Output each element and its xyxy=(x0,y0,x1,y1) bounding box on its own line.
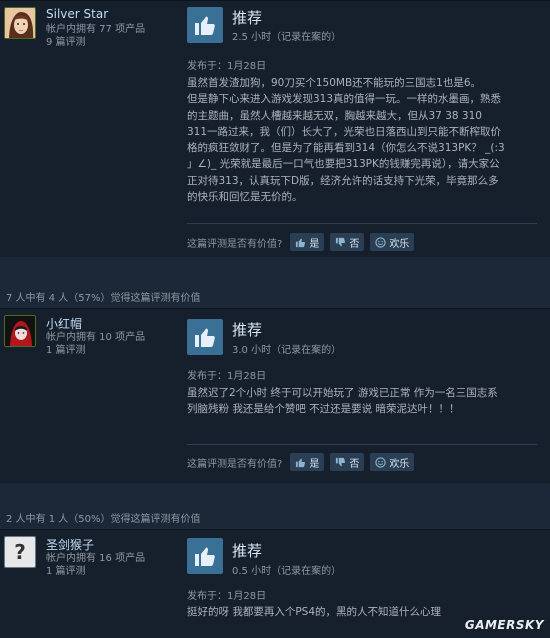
vote-question: 这篇评测是否有价值? xyxy=(187,458,283,470)
posted-date: 发布于：1月28日 xyxy=(187,591,267,602)
review-count[interactable]: 1 篇评测 xyxy=(46,344,145,357)
thumbs-up-icon xyxy=(296,238,306,247)
review-card: Silver Star 帐户内拥有 77 项产品 9 篇评测 推荐 2.5 小时… xyxy=(0,0,550,257)
games-owned[interactable]: 帐户内拥有 77 项产品 xyxy=(46,23,145,36)
games-owned[interactable]: 帐户内拥有 10 项产品 xyxy=(46,331,145,344)
vote-funny-label: 欢乐 xyxy=(389,238,410,250)
author-meta: 帐户内拥有 10 项产品 1 篇评测 xyxy=(46,331,145,357)
vote-row: 这篇评测是否有价值? 是 否 欢乐 xyxy=(187,232,420,252)
review-body-line: 的快乐和回忆是无价的。 xyxy=(187,191,303,204)
thumbs-down-icon xyxy=(336,457,346,466)
review-body: 虽然首发渣加狗，90刀买个150MB还不能玩的三国志1也是6。 但是静下心来进入… xyxy=(187,75,517,205)
review-body-line: 正对待313，认真玩下D版，经济允许的话支持下光荣，毕竟那么多 xyxy=(187,174,499,187)
review-body-line: 但是静下心来进入游戏发现313真的值得一玩。一样的水墨画，熟悉 xyxy=(187,93,502,106)
helpful-summary: 2 人中有 1 人（50%）觉得这篇评测有价值 xyxy=(0,504,550,528)
avatar-placeholder-icon: ? xyxy=(14,540,26,564)
author-name[interactable]: Silver Star xyxy=(46,7,108,21)
vote-no-label: 否 xyxy=(349,238,360,250)
thumbs-up-icon[interactable] xyxy=(187,538,223,574)
vote-yes-button[interactable]: 是 xyxy=(290,233,325,251)
review-body-line: 列脑残粉 我还是给个赞吧 不过还是要说 暗荣泥达叶！！！ xyxy=(187,403,460,416)
thumbs-up-icon[interactable] xyxy=(187,7,223,43)
vote-funny-label: 欢乐 xyxy=(389,458,410,470)
vote-no-label: 否 xyxy=(349,458,360,470)
review-verdict[interactable]: 推荐 xyxy=(232,540,262,561)
author-meta: 帐户内拥有 77 项产品 9 篇评测 xyxy=(46,23,145,49)
vote-yes-button[interactable]: 是 xyxy=(290,453,325,471)
vote-question: 这篇评测是否有价值? xyxy=(187,238,283,250)
helpful-summary: 7 人中有 4 人（57%）觉得这篇评测有价值 xyxy=(0,283,550,307)
posted-date: 发布于：1月28日 xyxy=(187,61,267,72)
vote-yes-label: 是 xyxy=(309,458,320,470)
review-body: 虽然迟了2个小时 终于可以开始玩了 游戏已正常 作为一名三国志系 列脑残粉 我还… xyxy=(187,385,517,418)
review-body-line: 虽然首发渣加狗，90刀买个150MB还不能玩的三国志1也是6。 xyxy=(187,77,482,89)
thumbs-up-icon xyxy=(296,458,306,467)
posted-date: 发布于：1月28日 xyxy=(187,371,267,382)
review-card: 小红帽 帐户内拥有 10 项产品 1 篇评测 推荐 3.0 小时（记录在案的） … xyxy=(0,308,550,483)
thumbs-up-icon[interactable] xyxy=(187,319,223,355)
avatar[interactable] xyxy=(4,7,36,39)
avatar-red-hood-icon xyxy=(5,316,35,346)
games-owned[interactable]: 帐户内拥有 16 项产品 xyxy=(46,552,145,565)
review-count[interactable]: 9 篇评测 xyxy=(46,36,145,49)
author-name[interactable]: 圣剑猴子 xyxy=(46,536,94,553)
hours-played: 3.0 小时（记录在案的） xyxy=(232,345,342,356)
hours-played: 0.5 小时（记录在案的） xyxy=(232,566,342,577)
smiley-icon xyxy=(375,456,386,468)
author-meta: 帐户内拥有 16 项产品 1 篇评测 xyxy=(46,552,145,578)
review-body-line: 」∠)_ 光荣就是最后一口气也要把313PK的钱赚完再说），请大家公 xyxy=(187,158,500,171)
avatar-portrait-icon xyxy=(5,8,35,38)
review-verdict[interactable]: 推荐 xyxy=(232,7,262,28)
vote-funny-button[interactable]: 欢乐 xyxy=(370,453,415,471)
review-body-line: 虽然迟了2个小时 终于可以开始玩了 游戏已正常 作为一名三国志系 xyxy=(187,387,498,399)
review-body-line: 格的疯狂敛财了。但是为了能再看到314（你怎么不说313PK？ _(:3 xyxy=(187,142,505,155)
thumbs-down-icon xyxy=(336,237,346,246)
author-name[interactable]: 小红帽 xyxy=(46,315,82,332)
review-body-line: 311一路过来，我（们）长大了，光荣也日落西山到只能不断榨取价 xyxy=(187,125,502,138)
hours-played: 2.5 小时（记录在案的） xyxy=(232,32,342,43)
vote-funny-button[interactable]: 欢乐 xyxy=(370,233,415,251)
review-count[interactable]: 1 篇评测 xyxy=(46,565,145,578)
vote-row: 这篇评测是否有价值? 是 否 欢乐 xyxy=(187,452,420,472)
avatar[interactable]: ? xyxy=(4,536,36,568)
vote-no-button[interactable]: 否 xyxy=(330,453,365,471)
divider xyxy=(187,444,537,445)
smiley-icon xyxy=(375,236,386,248)
review-verdict[interactable]: 推荐 xyxy=(232,319,262,340)
avatar[interactable] xyxy=(4,315,36,347)
watermark-logo: GAMERSKY xyxy=(464,618,544,632)
vote-no-button[interactable]: 否 xyxy=(330,233,365,251)
review-body-line: 的主题曲，虽然人槽越来越无双，胸越来越大，但从37 38 310 xyxy=(187,109,482,122)
vote-yes-label: 是 xyxy=(309,238,320,250)
divider xyxy=(187,223,537,224)
